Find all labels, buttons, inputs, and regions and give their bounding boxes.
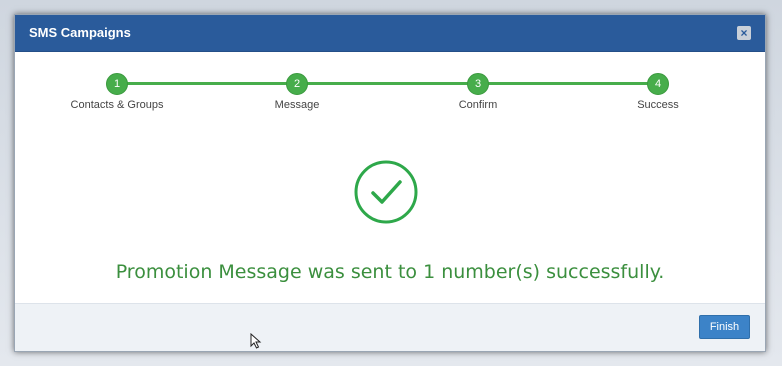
finish-button[interactable]: Finish	[699, 315, 750, 339]
step-label: Contacts & Groups	[70, 99, 164, 111]
step-label: Message	[274, 99, 320, 111]
success-message: Promotion Message was sent to 1 number(s…	[115, 261, 665, 283]
close-icon: ×	[740, 26, 748, 40]
sms-campaigns-dialog: SMS Campaigns × 1 Contacts & Groups 2 Me…	[14, 14, 766, 352]
wizard-stepper: 1 Contacts & Groups 2 Message 3 Confirm …	[15, 51, 765, 121]
dialog-footer: Finish	[15, 303, 765, 351]
step-label: Confirm	[458, 99, 498, 111]
dialog-title: SMS Campaigns	[29, 25, 131, 40]
step-confirm: 3 Confirm	[418, 73, 538, 111]
step-number-badge: 4	[647, 73, 669, 95]
check-circle-icon	[354, 160, 418, 224]
dialog-header: SMS Campaigns ×	[15, 15, 765, 52]
step-label: Success	[637, 99, 679, 111]
step-message: 2 Message	[237, 73, 357, 111]
step-contacts-groups: 1 Contacts & Groups	[57, 73, 177, 111]
close-button[interactable]: ×	[737, 26, 751, 40]
mouse-pointer-icon	[250, 333, 262, 349]
step-success: 4 Success	[598, 73, 718, 111]
step-number-badge: 1	[106, 73, 128, 95]
step-number-badge: 3	[467, 73, 489, 95]
step-number-badge: 2	[286, 73, 308, 95]
